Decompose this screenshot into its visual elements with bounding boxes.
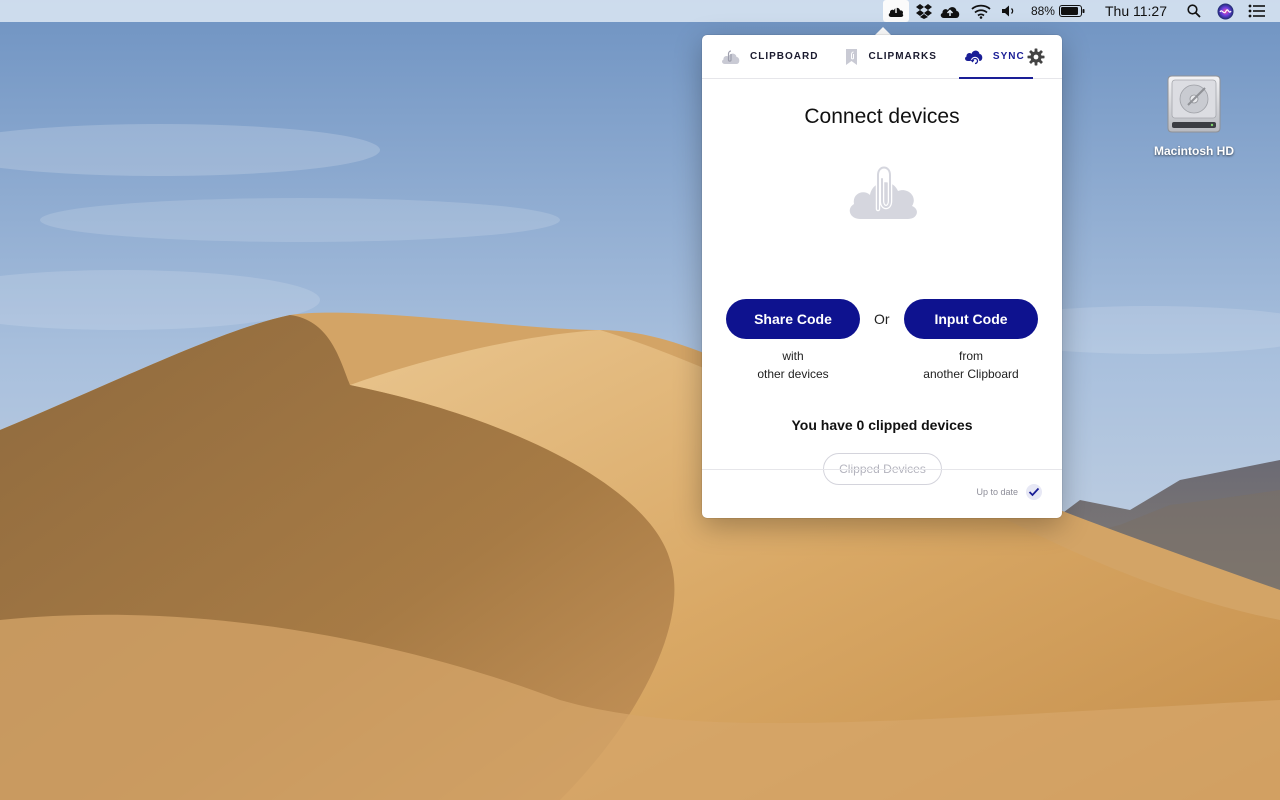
clipboard-cloud-icon[interactable] bbox=[882, 0, 909, 22]
input-caption-line1: from bbox=[959, 349, 983, 363]
share-caption-line2: other devices bbox=[757, 367, 829, 381]
drive-label: Macintosh HD bbox=[1153, 144, 1234, 158]
notification-center-icon[interactable] bbox=[1248, 0, 1266, 22]
siri-icon[interactable] bbox=[1217, 0, 1234, 22]
popover-footer: Up to date bbox=[702, 469, 1062, 518]
clipped-devices-count: You have 0 clipped devices bbox=[791, 417, 973, 433]
tab-clipmarks[interactable]: CLIPMARKS bbox=[840, 35, 940, 79]
battery-icon[interactable] bbox=[1058, 0, 1085, 22]
checkmark-icon bbox=[1026, 484, 1042, 500]
share-code-caption: with other devices bbox=[726, 347, 860, 383]
tab-clipboard-label: CLIPBOARD bbox=[750, 51, 819, 62]
or-label: Or bbox=[874, 311, 890, 327]
desktop-drive[interactable]: Macintosh HD bbox=[1144, 72, 1244, 158]
desktop-wallpaper bbox=[0, 0, 1280, 800]
connect-devices-title: Connect devices bbox=[804, 105, 960, 128]
menu-bar: 88% Thu 11:27 bbox=[0, 0, 1280, 22]
input-code-button[interactable]: Input Code bbox=[904, 299, 1038, 339]
share-code-button[interactable]: Share Code bbox=[726, 299, 860, 339]
clipboard-icon bbox=[720, 49, 742, 65]
hard-drive-icon bbox=[1167, 75, 1221, 133]
tab-clipmarks-label: CLIPMARKS bbox=[868, 51, 937, 62]
dropbox-icon[interactable] bbox=[915, 0, 933, 22]
wifi-icon[interactable] bbox=[971, 0, 991, 22]
paperclip-cloud-icon bbox=[846, 159, 920, 223]
cloud-upload-icon[interactable] bbox=[939, 0, 961, 22]
spotlight-search-icon[interactable] bbox=[1187, 0, 1201, 22]
clipboard-popover: CLIPBOARD CLIPMARKS SYNC Connect devices… bbox=[702, 35, 1062, 518]
input-code-caption: from another Clipboard bbox=[904, 347, 1038, 383]
cloud-sync-icon bbox=[963, 48, 985, 66]
share-caption-line1: with bbox=[782, 349, 804, 363]
tab-bar: CLIPBOARD CLIPMARKS SYNC bbox=[702, 35, 1062, 79]
volume-icon[interactable] bbox=[1001, 0, 1017, 22]
tab-sync[interactable]: SYNC bbox=[958, 35, 1033, 79]
tab-sync-label: SYNC bbox=[992, 51, 1025, 62]
bookmark-icon bbox=[844, 48, 860, 66]
input-caption-line2: another Clipboard bbox=[923, 367, 1019, 381]
sync-panel: Connect devices Share Code Or Input Code… bbox=[702, 79, 1062, 485]
gear-icon[interactable] bbox=[1026, 47, 1046, 67]
sync-status-text: Up to date bbox=[976, 487, 1018, 497]
menu-clock[interactable]: Thu 11:27 bbox=[1105, 0, 1167, 22]
tab-clipboard[interactable]: CLIPBOARD bbox=[716, 35, 822, 79]
battery-percent: 88% bbox=[1030, 4, 1055, 18]
